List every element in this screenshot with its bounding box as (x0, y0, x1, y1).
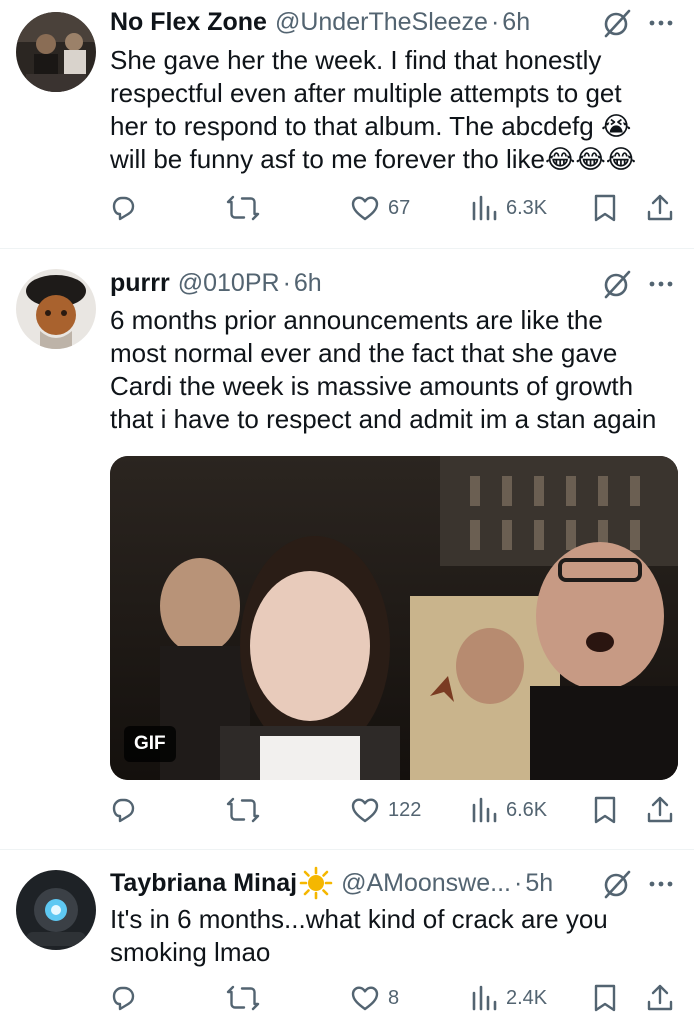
bookmark-icon (594, 796, 616, 824)
retweet-icon (226, 797, 260, 823)
tweet-text-line: her to respond to that album. The abcdef… (110, 111, 632, 141)
username-handle[interactable]: @UnderTheSleeze (275, 8, 488, 37)
retweet-icon (226, 985, 260, 1011)
tweet-text-line: most normal ever and the fact that she g… (110, 338, 618, 368)
like-count: 8 (388, 986, 400, 1009)
bookmark-icon (594, 194, 616, 222)
username-handle[interactable]: @010PR (178, 269, 280, 298)
views-icon (472, 797, 497, 823)
like-count: 122 (388, 798, 422, 821)
tweet[interactable]: Taybriana Minaj @AMoonswe... · 5h It's i… (0, 850, 694, 1024)
separator-dot: · (282, 268, 291, 297)
timestamp[interactable]: 6h (294, 269, 322, 298)
separator-dot: · (490, 7, 500, 36)
tweet-header: No Flex Zone @UnderTheSleeze · 6h (110, 2, 530, 42)
like-icon (351, 986, 379, 1011)
tweet-actions: 122 6.6K (0, 790, 694, 830)
reply-button[interactable] (108, 188, 146, 228)
like-icon (351, 196, 379, 221)
bookmark-icon (594, 984, 616, 1012)
views-icon (472, 985, 497, 1011)
tweet-header: Taybriana Minaj @AMoonswe... · 5h (110, 863, 553, 903)
tweet-text: She gave her the week. I find that hones… (110, 44, 680, 176)
tweet[interactable]: No Flex Zone @UnderTheSleeze · 6h She ga… (0, 0, 694, 248)
share-icon (647, 984, 673, 1011)
tweet-text-line: It's in 6 months...what kind of crack ar… (110, 904, 608, 934)
retweet-button[interactable] (226, 790, 268, 830)
tweet-text: 6 months prior announcements are like th… (110, 304, 680, 436)
separator-dot: · (513, 868, 523, 897)
tweet-text-line: Cardi the week is massive amounts of gro… (110, 371, 634, 401)
timestamp[interactable]: 5h (525, 869, 553, 898)
tweet-text-line: respectful even after multiple attempts … (110, 78, 622, 108)
retweet-icon (226, 195, 260, 221)
reply-icon (112, 196, 135, 221)
views-count: 6.6K (506, 798, 548, 821)
share-button[interactable] (646, 188, 674, 228)
username-handle[interactable]: @AMoonswe... (341, 869, 511, 898)
tweet-actions: 8 2.4K (0, 978, 694, 1018)
like-count: 67 (388, 196, 411, 219)
views-count: 6.3K (506, 196, 548, 219)
views-button[interactable]: 2.4K (470, 978, 547, 1018)
tweet-text-line: She gave her the week. I find that hones… (110, 45, 602, 75)
reply-button[interactable] (108, 978, 146, 1018)
tweet-actions: 67 6.3K (0, 188, 694, 228)
display-name[interactable]: purrr (110, 269, 170, 298)
share-icon (647, 796, 673, 823)
grok-icon[interactable] (602, 269, 632, 299)
share-icon (647, 194, 673, 221)
gif-media[interactable]: GIF (110, 456, 678, 780)
avatar[interactable] (16, 269, 96, 349)
grok-icon[interactable] (602, 869, 632, 899)
display-name[interactable]: No Flex Zone (110, 8, 267, 37)
views-count: 2.4K (506, 986, 548, 1009)
views-button[interactable]: 6.6K (470, 790, 547, 830)
sun-emoji-icon (299, 866, 333, 900)
avatar[interactable] (16, 870, 96, 950)
more-icon[interactable] (646, 269, 676, 299)
bookmark-button[interactable] (592, 978, 618, 1018)
tweet-text-line: that i have to respect and admit im a st… (110, 404, 657, 434)
tweet-text: It's in 6 months...what kind of crack ar… (110, 903, 680, 969)
gif-frame (110, 456, 678, 780)
tweet-text-line: smoking lmao (110, 937, 271, 967)
like-icon (351, 798, 379, 823)
more-icon[interactable] (646, 8, 676, 38)
like-button[interactable]: 67 (350, 188, 410, 228)
like-button[interactable]: 122 (350, 790, 421, 830)
timestamp[interactable]: 6h (502, 8, 530, 37)
display-name[interactable]: Taybriana Minaj (110, 869, 297, 898)
bookmark-button[interactable] (592, 790, 618, 830)
reply-icon (112, 986, 135, 1011)
more-icon[interactable] (646, 869, 676, 899)
retweet-button[interactable] (226, 188, 268, 228)
reply-icon (112, 798, 135, 823)
like-button[interactable]: 8 (350, 978, 399, 1018)
share-button[interactable] (646, 790, 674, 830)
avatar[interactable] (16, 12, 96, 92)
reply-button[interactable] (108, 790, 146, 830)
retweet-button[interactable] (226, 978, 268, 1018)
views-icon (472, 195, 497, 221)
bookmark-button[interactable] (592, 188, 618, 228)
share-button[interactable] (646, 978, 674, 1018)
gif-badge: GIF (124, 726, 176, 762)
tweet-header: purrr @010PR · 6h (110, 263, 322, 303)
tweet-text-line: 6 months prior announcements are like th… (110, 305, 603, 335)
views-button[interactable]: 6.3K (470, 188, 547, 228)
grok-icon[interactable] (602, 8, 632, 38)
tweet-text-line: will be funny asf to me forever tho like… (110, 144, 637, 174)
